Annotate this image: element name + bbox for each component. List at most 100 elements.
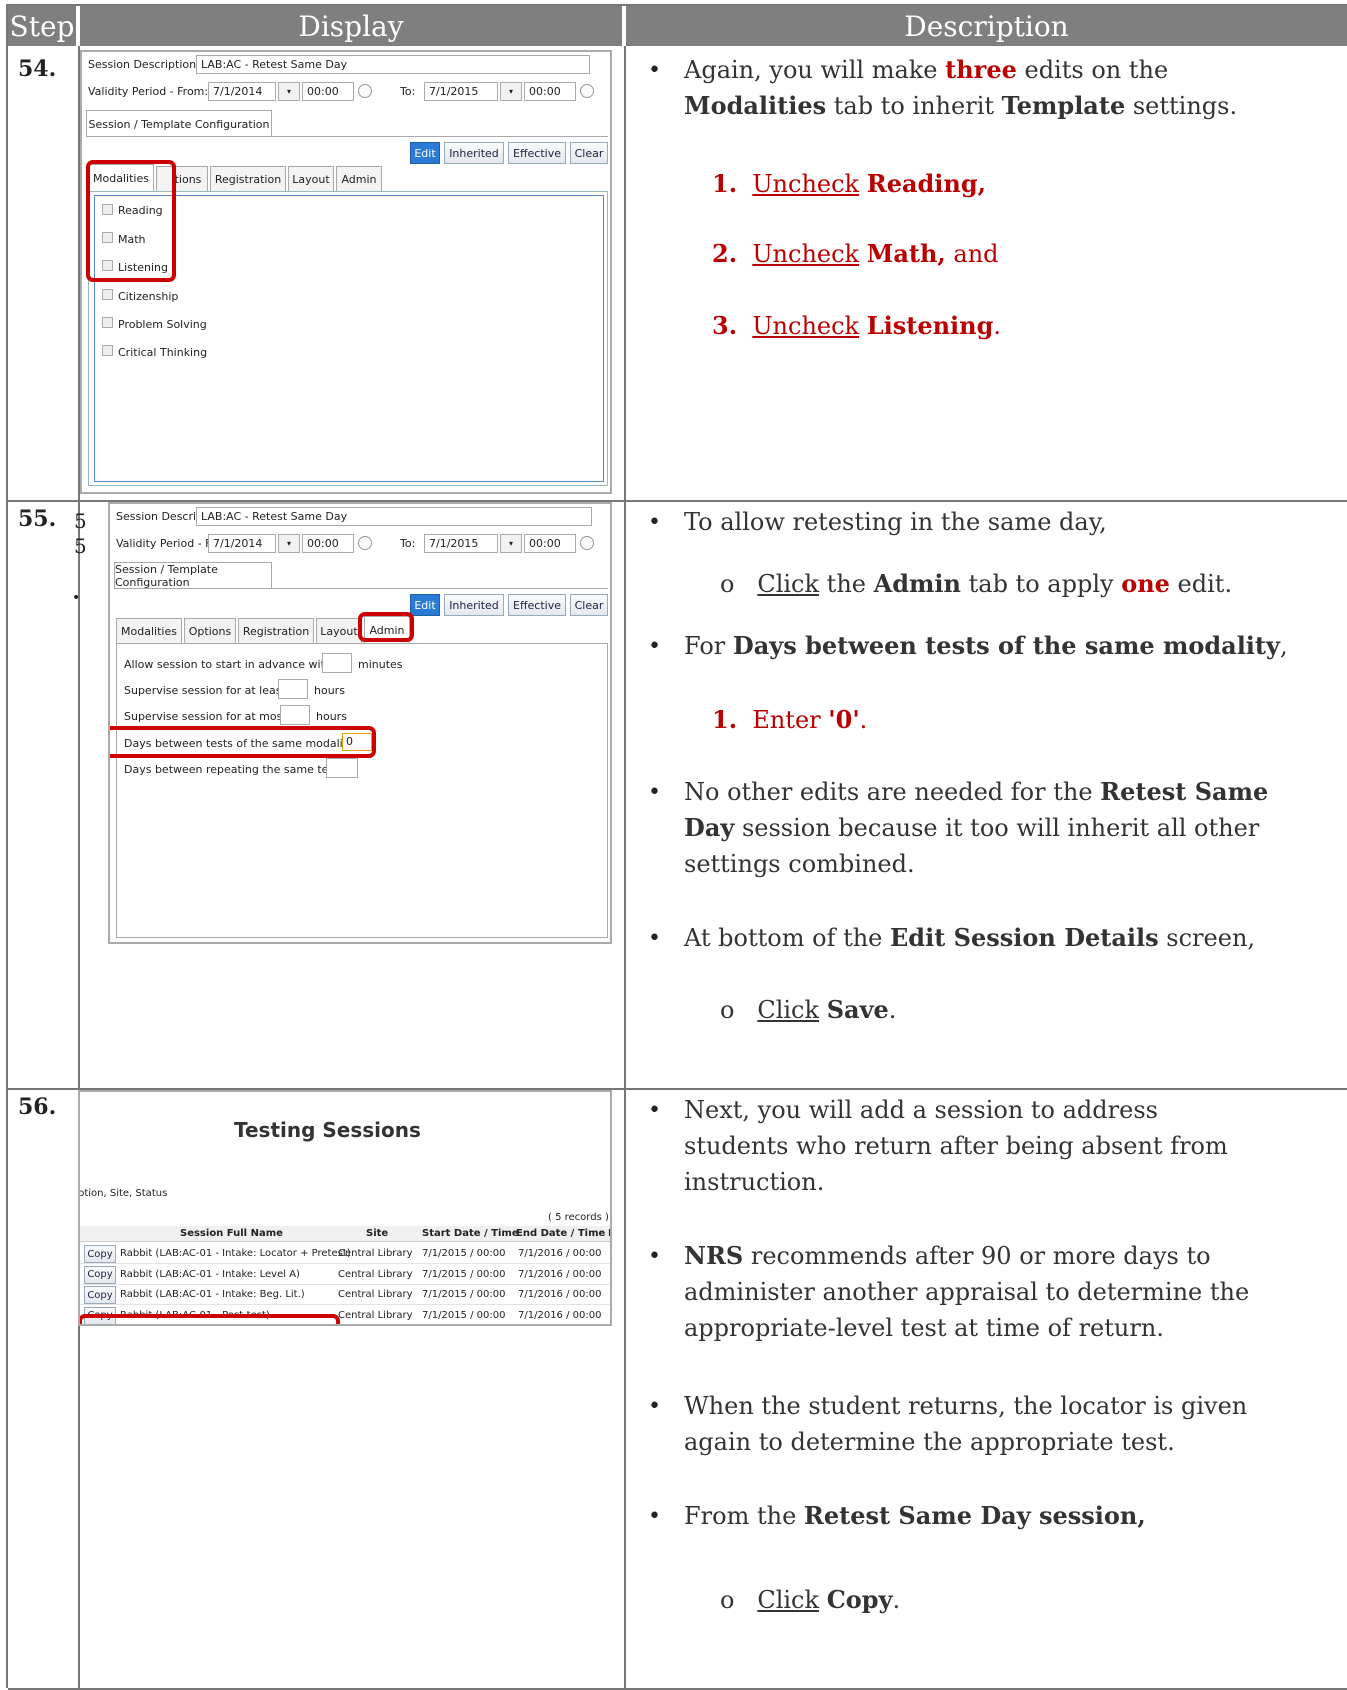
to-label: To: [400, 85, 416, 98]
header-display: Display [80, 6, 624, 46]
highlight-box [86, 160, 176, 282]
desc-text: No other edits are needed for the Retest… [684, 777, 1269, 806]
clock-icon[interactable] [358, 536, 372, 550]
column-header[interactable]: P [608, 1228, 610, 1239]
bullet: • [648, 510, 661, 535]
desc-text: For Days between tests of the same modal… [684, 631, 1288, 660]
from-date-input[interactable]: 7/1/2014 [208, 82, 276, 101]
step-number: 56. [18, 1094, 57, 1120]
checkbox-problem-solving[interactable] [102, 317, 113, 328]
table-row[interactable]: Copy Rabbit (LAB:AC-01 - Intake: Level A)… [80, 1265, 610, 1285]
from-date-input[interactable]: 7/1/2014 [208, 534, 276, 553]
time-from-input[interactable]: 00:00 [302, 82, 354, 101]
tab-registration[interactable]: Registration [238, 618, 314, 643]
filter-text: ption, Site, Status [78, 1188, 168, 1199]
desc-text: instruction. [684, 1168, 825, 1196]
bullet: • [648, 634, 661, 659]
from-date-dropdown[interactable]: ▾ [278, 82, 300, 101]
session-end: 7/1/2016 / 00:00 [518, 1289, 602, 1300]
tab-session-template-config[interactable]: Session / Template Configuration [86, 110, 272, 137]
to-date-input[interactable]: 7/1/2015 [424, 82, 498, 101]
desc-text: settings combined. [684, 850, 915, 878]
session-name: Rabbit (LAB:AC-01 - Intake: Beg. Lit.) [120, 1289, 305, 1300]
time-to-input[interactable]: 00:00 [524, 534, 576, 553]
edit-button[interactable]: Edit [410, 142, 440, 164]
inherited-button[interactable]: Inherited [444, 142, 504, 164]
admin-label: minutes [358, 658, 403, 671]
to-date-input[interactable]: 7/1/2015 [424, 534, 498, 553]
desc-text: Again, you will make three edits on the [684, 55, 1169, 84]
checkbox-critical-thinking[interactable] [102, 345, 113, 356]
to-date-dropdown[interactable]: ▾ [500, 82, 522, 101]
checkbox-citizenship[interactable] [102, 289, 113, 300]
tab-modalities[interactable]: Modalities [116, 618, 182, 643]
session-description-input[interactable]: LAB:AC - Retest Same Day [196, 507, 592, 526]
column-header[interactable]: Session Full Name [180, 1228, 283, 1239]
time-to-input[interactable]: 00:00 [524, 82, 576, 101]
session-site: Central Library [338, 1248, 413, 1259]
highlight-box [80, 1314, 340, 1324]
inherited-button[interactable]: Inherited [444, 594, 504, 616]
column-header[interactable]: Start Date / Time [422, 1228, 519, 1239]
session-name: Rabbit (LAB:AC-01 - Intake: Locator + Pr… [120, 1248, 351, 1259]
supervise-most-input[interactable] [280, 705, 310, 725]
from-date-dropdown[interactable]: ▾ [278, 534, 300, 553]
column-header[interactable]: Site [366, 1228, 388, 1239]
step-number: 55. [18, 506, 57, 532]
effective-button[interactable]: Effective [508, 594, 566, 616]
screenshot-step-54: Session Description: LAB:AC - Retest Sam… [80, 50, 612, 494]
screenshot-step-56: Testing Sessions ption, Site, Status ( 5… [78, 1090, 612, 1326]
modality-label: Critical Thinking [118, 346, 208, 359]
days-repeat-test-input[interactable] [326, 758, 358, 778]
desc-text: From the Retest Same Day session, [684, 1501, 1146, 1530]
table-row[interactable]: Copy Rabbit (LAB:AC-01 - Intake: Beg. Lit… [80, 1285, 610, 1305]
overlap-text: 5 [74, 534, 87, 558]
tab-registration[interactable]: Registration [210, 166, 286, 191]
to-date-dropdown[interactable]: ▾ [500, 534, 522, 553]
admin-label: hours [316, 710, 347, 723]
validity-label: Validity Period - From: [88, 85, 209, 98]
desc-text: NRS recommends after 90 or more days to [684, 1241, 1211, 1270]
desc-text: To allow retesting in the same day, [684, 508, 1107, 536]
copy-button[interactable]: Copy [84, 1245, 116, 1263]
session-site: Central Library [338, 1309, 413, 1321]
desc-sub: o Click Copy. [720, 1585, 901, 1614]
advance-minutes-input[interactable] [322, 653, 352, 673]
clock-icon[interactable] [580, 84, 594, 98]
admin-label: Days between repeating the same test [124, 763, 339, 776]
copy-button[interactable]: Copy [84, 1286, 116, 1304]
desc-text: Next, you will add a session to address [684, 1096, 1158, 1124]
clear-button[interactable]: Clear [570, 594, 608, 616]
session-start: 7/1/2015 / 00:00 [422, 1268, 506, 1280]
header-step: Step [8, 6, 78, 46]
records-count: ( 5 records ) [548, 1212, 609, 1223]
session-description-input[interactable]: LAB:AC - Retest Same Day [196, 55, 590, 74]
bullet: • [648, 1504, 661, 1529]
clear-button[interactable]: Clear [570, 142, 608, 164]
copy-button[interactable]: Copy [84, 1265, 116, 1284]
header-description: Description [626, 6, 1347, 46]
session-name: Rabbit (LAB:AC-01 - Intake: Level A) [120, 1268, 300, 1280]
bullet: • [648, 1098, 661, 1123]
clock-icon[interactable] [358, 84, 372, 98]
table-row[interactable]: Copy Rabbit (LAB:AC-01 - Intake: Locator … [80, 1244, 610, 1264]
desc-sub: o Click the Admin tab to apply one edit. [720, 569, 1233, 598]
time-from-input[interactable]: 00:00 [302, 534, 354, 553]
bullet: • [648, 1244, 661, 1269]
tab-admin[interactable]: Admin [336, 166, 382, 191]
edit-button[interactable]: Edit [410, 594, 440, 616]
desc-text: students who return after being absent f… [684, 1132, 1228, 1160]
supervise-least-input[interactable] [278, 679, 308, 699]
bullet-dot: • [72, 590, 81, 606]
column-header[interactable]: End Date / Time [516, 1228, 605, 1239]
session-start: 7/1/2015 / 00:00 [422, 1248, 506, 1259]
tab-layout[interactable]: Layout [288, 166, 334, 191]
desc-text: Modalities tab to inherit Template setti… [684, 91, 1238, 120]
tab-session-template-config[interactable]: Session / Template Configuration [114, 562, 272, 589]
effective-button[interactable]: Effective [508, 142, 566, 164]
tab-options[interactable]: Options [184, 618, 236, 643]
tab-layout[interactable]: Layout [316, 618, 362, 643]
clock-icon[interactable] [580, 536, 594, 550]
bullet: • [648, 58, 661, 83]
highlight-box [358, 612, 414, 642]
